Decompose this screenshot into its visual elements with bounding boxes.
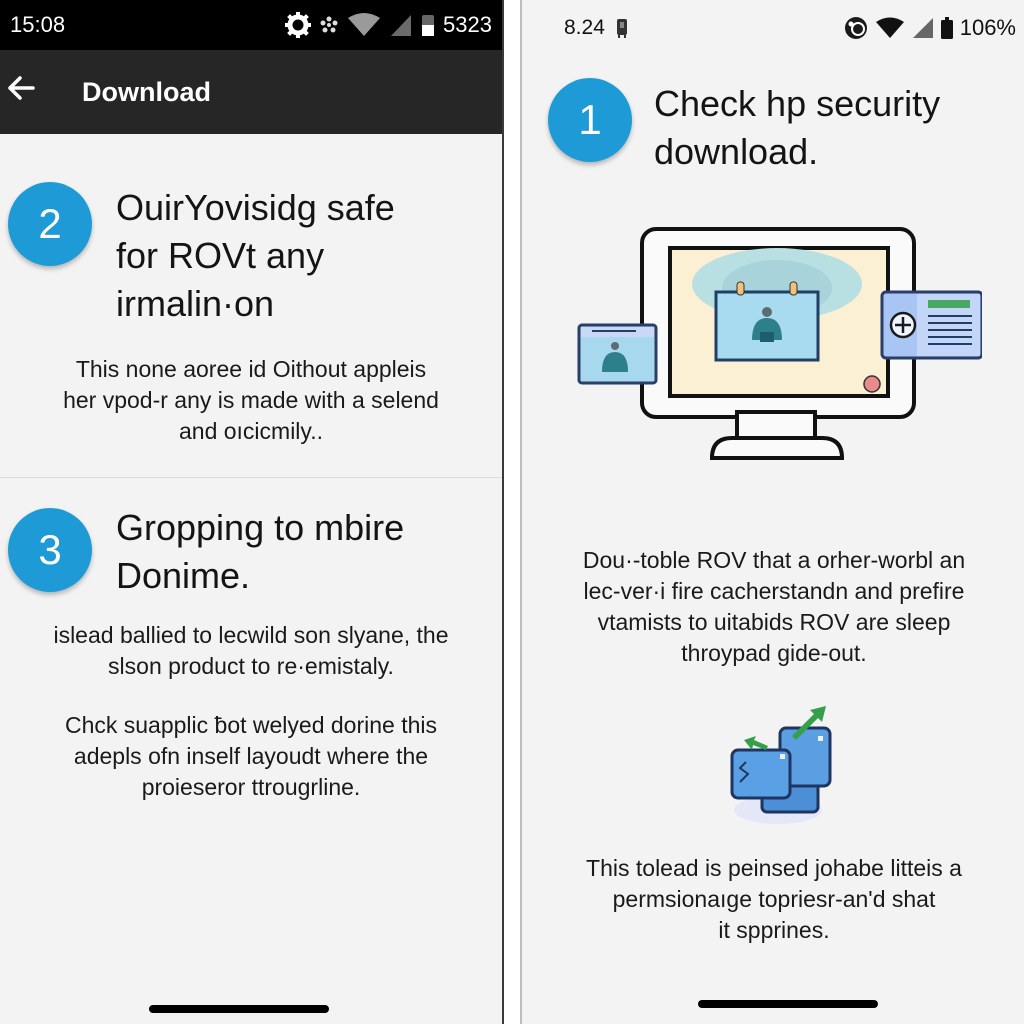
step-title-line: download. — [654, 131, 819, 172]
step-description: islead ballied to lecwild son slyane, th… — [0, 620, 502, 682]
step-note: This tolead is peinsed johabe litteis a … — [522, 853, 1024, 946]
id-card-icon — [880, 290, 982, 360]
step-card: 2 OuirYovisidg safe for ROVt any irmalin… — [0, 134, 502, 328]
note-line: proieseror ttrougrline. — [141, 774, 361, 800]
step-number-badge: 2 — [8, 182, 92, 266]
status-bar: 15:08 5323 — [0, 0, 502, 50]
step-title: OuirYovisidg safe for ROVt any irmalin·o… — [116, 184, 395, 328]
status-time: 8.24 — [564, 16, 605, 39]
description-line: lec-ver·i fire cacherstandn and prefire — [583, 578, 965, 604]
description-line: her vpod-r any is made with a selend — [63, 387, 439, 413]
step-description: This none aoree id Oithout appleis her v… — [0, 354, 502, 447]
home-indicator[interactable] — [698, 1000, 878, 1008]
file-transfer-icon — [730, 706, 832, 824]
status-time: 15:08 — [10, 12, 66, 37]
data-saver-icon — [844, 17, 867, 39]
step-title-line: Donime. — [116, 555, 251, 596]
left-phone-screen: 15:08 5323 Download 2 OuirYovisidg safe … — [0, 0, 504, 1024]
description-line: throypad gide-out. — [681, 640, 867, 666]
battery-icon — [422, 15, 435, 36]
wifi-icon — [875, 17, 904, 38]
step-number-badge: 1 — [548, 78, 632, 162]
home-indicator[interactable] — [149, 1005, 329, 1013]
notification-icon — [320, 16, 338, 33]
step-card: 1 Check hp security download. — [522, 56, 1024, 176]
status-battery: 5323 — [443, 12, 492, 37]
description-line: slson product to re·emistaly. — [108, 653, 394, 679]
step-title-line: for ROVt any — [116, 235, 325, 276]
settings-icon — [285, 12, 312, 38]
right-phone-screen: 8.24 106% 1 Check hp security download. … — [520, 0, 1024, 1024]
description-line: islead ballied to lecwild son slyane, th… — [53, 622, 449, 648]
step-card: 3 Gropping to mbire Donime. — [0, 478, 502, 600]
description-line: Dou·-toble ROV that a orher-worbl an — [582, 547, 966, 573]
description-line: vtamists to uitabids ROV are sleep — [597, 609, 951, 635]
step-title-line: Check hp security — [654, 83, 941, 124]
monitor-illustration — [577, 227, 982, 460]
note-line: it spprines. — [718, 917, 830, 943]
sim-icon — [616, 19, 627, 38]
screen-gap — [504, 0, 520, 1024]
note-line: This tolead is peinsed johabe litteis a — [586, 855, 962, 881]
wifi-icon — [348, 13, 381, 36]
step-note: Chck suapplic ƀot welyed dorine this ade… — [0, 710, 502, 803]
step-title-line: irmalin·on — [116, 283, 275, 324]
description-line: and oıcicmily.. — [178, 418, 323, 444]
browser-window-icon — [577, 323, 658, 385]
back-button[interactable] — [6, 75, 46, 109]
note-line: permsionaıge topriesr-an'd shat — [612, 886, 936, 912]
photo-frame-icon — [714, 281, 820, 362]
note-line: adepls ofn inself layoudt where the — [73, 743, 429, 769]
step-title: Gropping to mbire Donime. — [116, 504, 404, 600]
page-title: Download — [82, 76, 211, 107]
battery-icon — [940, 17, 953, 39]
description-line: This none aoree id Oithout appleis — [75, 356, 427, 382]
signal-icon — [391, 15, 412, 36]
app-bar: Download — [0, 50, 502, 134]
arrow-left-icon — [8, 76, 35, 100]
signal-icon — [912, 18, 933, 38]
step-title-line: OuirYovisidg safe — [116, 187, 395, 228]
note-line: Chck suapplic ƀot welyed dorine this — [64, 712, 438, 738]
step-title: Check hp security download. — [654, 80, 940, 176]
step-number-badge: 3 — [8, 508, 92, 592]
status-battery: 106% — [959, 15, 1016, 40]
status-bar: 8.24 106% — [522, 0, 1024, 56]
step-title-line: Gropping to mbire — [116, 507, 405, 548]
step-description: Dou·-toble ROV that a orher-worbl an lec… — [522, 545, 1024, 669]
